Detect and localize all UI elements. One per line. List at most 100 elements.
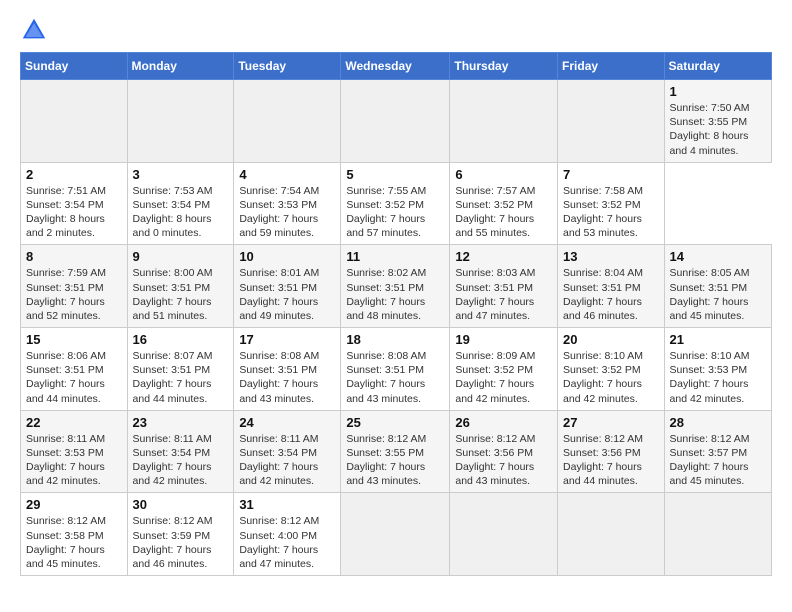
header-tuesday: Tuesday: [234, 53, 341, 80]
day-cell-27: 27Sunrise: 8:12 AMSunset: 3:56 PMDayligh…: [558, 410, 665, 493]
day-number: 8: [26, 249, 122, 264]
day-cell-16: 16 Sunrise: 8:07 AMSunset: 3:51 PMDayligh…: [127, 328, 234, 411]
day-number: 31: [239, 497, 335, 512]
day-number: 10: [239, 249, 335, 264]
day-info: Sunrise: 8:01 AMSunset: 3:51 PMDaylight:…: [239, 266, 335, 323]
calendar-week-6: 29Sunrise: 8:12 AMSunset: 3:58 PMDayligh…: [21, 493, 772, 576]
day-cell-2: 2Sunrise: 7:51 AMSunset: 3:54 PMDaylight…: [21, 162, 128, 245]
day-number: 7: [563, 167, 659, 182]
day-number: 15: [26, 332, 122, 347]
day-info: Sunrise: 8:02 AMSunset: 3:51 PMDaylight:…: [346, 266, 444, 323]
day-cell-28: 28 Sunrise: 8:12 AMSunset: 3:57 PMDayligh…: [664, 410, 771, 493]
logo: [20, 16, 52, 44]
day-info: Sunrise: 7:50 AMSunset: 3:55 PMDaylight:…: [670, 101, 766, 158]
empty-cell: [127, 80, 234, 163]
calendar-table: SundayMondayTuesdayWednesdayThursdayFrid…: [20, 52, 772, 576]
day-number: 18: [346, 332, 444, 347]
day-info: Sunrise: 7:57 AMSunset: 3:52 PMDaylight:…: [455, 184, 552, 241]
day-number: 28: [670, 415, 766, 430]
day-info: Sunrise: 8:11 AMSunset: 3:54 PMDaylight:…: [239, 432, 335, 489]
day-number: 16: [133, 332, 229, 347]
day-number: 5: [346, 167, 444, 182]
day-cell-4: 4 Sunrise: 7:54 AMSunset: 3:53 PMDaylight…: [234, 162, 341, 245]
day-number: 30: [133, 497, 229, 512]
day-number: 23: [133, 415, 229, 430]
day-info: Sunrise: 8:12 AMSunset: 3:55 PMDaylight:…: [346, 432, 444, 489]
day-cell-20: 20 Sunrise: 8:10 AMSunset: 3:52 PMDayligh…: [558, 328, 665, 411]
day-cell-17: 17Sunrise: 8:08 AMSunset: 3:51 PMDayligh…: [234, 328, 341, 411]
day-info: Sunrise: 8:12 AMSunset: 3:59 PMDaylight:…: [133, 514, 229, 571]
day-info: Sunrise: 7:59 AMSunset: 3:51 PMDaylight:…: [26, 266, 122, 323]
day-info: Sunrise: 7:58 AMSunset: 3:52 PMDaylight:…: [563, 184, 659, 241]
day-info: Sunrise: 8:07 AMSunset: 3:51 PMDaylight:…: [133, 349, 229, 406]
day-info: Sunrise: 8:11 AMSunset: 3:53 PMDaylight:…: [26, 432, 122, 489]
day-cell-5: 5 Sunrise: 7:55 AMSunset: 3:52 PMDaylight…: [341, 162, 450, 245]
day-number: 3: [133, 167, 229, 182]
day-info: Sunrise: 8:10 AMSunset: 3:53 PMDaylight:…: [670, 349, 766, 406]
day-info: Sunrise: 7:53 AMSunset: 3:54 PMDaylight:…: [133, 184, 229, 241]
day-number: 24: [239, 415, 335, 430]
day-cell-22: 22 Sunrise: 8:11 AMSunset: 3:53 PMDayligh…: [21, 410, 128, 493]
empty-cell: [558, 493, 665, 576]
day-number: 1: [670, 84, 766, 99]
calendar-header-row: SundayMondayTuesdayWednesdayThursdayFrid…: [21, 53, 772, 80]
day-number: 9: [133, 249, 229, 264]
day-number: 14: [670, 249, 766, 264]
day-number: 26: [455, 415, 552, 430]
day-cell-8: 8 Sunrise: 7:59 AMSunset: 3:51 PMDaylight…: [21, 245, 128, 328]
day-number: 12: [455, 249, 552, 264]
empty-cell: [21, 80, 128, 163]
day-cell-24: 24 Sunrise: 8:11 AMSunset: 3:54 PMDayligh…: [234, 410, 341, 493]
empty-cell: [341, 493, 450, 576]
day-info: Sunrise: 8:12 AMSunset: 3:57 PMDaylight:…: [670, 432, 766, 489]
day-cell-10: 10 Sunrise: 8:01 AMSunset: 3:51 PMDayligh…: [234, 245, 341, 328]
day-cell-3: 3 Sunrise: 7:53 AMSunset: 3:54 PMDaylight…: [127, 162, 234, 245]
day-info: Sunrise: 7:55 AMSunset: 3:52 PMDaylight:…: [346, 184, 444, 241]
day-number: 22: [26, 415, 122, 430]
day-info: Sunrise: 8:12 AMSunset: 4:00 PMDaylight:…: [239, 514, 335, 571]
day-info: Sunrise: 8:11 AMSunset: 3:54 PMDaylight:…: [133, 432, 229, 489]
empty-cell: [664, 493, 771, 576]
day-info: Sunrise: 8:12 AMSunset: 3:58 PMDaylight:…: [26, 514, 122, 571]
empty-cell: [234, 80, 341, 163]
header-sunday: Sunday: [21, 53, 128, 80]
day-number: 11: [346, 249, 444, 264]
empty-cell: [341, 80, 450, 163]
day-info: Sunrise: 8:08 AMSunset: 3:51 PMDaylight:…: [346, 349, 444, 406]
day-info: Sunrise: 8:05 AMSunset: 3:51 PMDaylight:…: [670, 266, 766, 323]
day-number: 21: [670, 332, 766, 347]
header-friday: Friday: [558, 53, 665, 80]
day-info: Sunrise: 8:12 AMSunset: 3:56 PMDaylight:…: [455, 432, 552, 489]
calendar-week-3: 8 Sunrise: 7:59 AMSunset: 3:51 PMDaylight…: [21, 245, 772, 328]
day-cell-6: 6 Sunrise: 7:57 AMSunset: 3:52 PMDaylight…: [450, 162, 558, 245]
day-number: 27: [563, 415, 659, 430]
day-cell-14: 14 Sunrise: 8:05 AMSunset: 3:51 PMDayligh…: [664, 245, 771, 328]
day-cell-15: 15 Sunrise: 8:06 AMSunset: 3:51 PMDayligh…: [21, 328, 128, 411]
logo-icon: [20, 16, 48, 44]
day-number: 6: [455, 167, 552, 182]
calendar-week-5: 22 Sunrise: 8:11 AMSunset: 3:53 PMDayligh…: [21, 410, 772, 493]
day-cell-12: 12 Sunrise: 8:03 AMSunset: 3:51 PMDayligh…: [450, 245, 558, 328]
day-info: Sunrise: 7:54 AMSunset: 3:53 PMDaylight:…: [239, 184, 335, 241]
day-info: Sunrise: 8:03 AMSunset: 3:51 PMDaylight:…: [455, 266, 552, 323]
day-cell-1: 1 Sunrise: 7:50 AMSunset: 3:55 PMDaylight…: [664, 80, 771, 163]
day-cell-21: 21 Sunrise: 8:10 AMSunset: 3:53 PMDayligh…: [664, 328, 771, 411]
day-number: 4: [239, 167, 335, 182]
day-cell-26: 26 Sunrise: 8:12 AMSunset: 3:56 PMDayligh…: [450, 410, 558, 493]
day-info: Sunrise: 8:10 AMSunset: 3:52 PMDaylight:…: [563, 349, 659, 406]
day-number: 13: [563, 249, 659, 264]
day-cell-19: 19 Sunrise: 8:09 AMSunset: 3:52 PMDayligh…: [450, 328, 558, 411]
day-cell-31: 31 Sunrise: 8:12 AMSunset: 4:00 PMDayligh…: [234, 493, 341, 576]
day-number: 20: [563, 332, 659, 347]
day-info: Sunrise: 7:51 AMSunset: 3:54 PMDaylight:…: [26, 184, 122, 241]
page-header: [20, 16, 772, 44]
day-info: Sunrise: 8:00 AMSunset: 3:51 PMDaylight:…: [133, 266, 229, 323]
day-info: Sunrise: 8:09 AMSunset: 3:52 PMDaylight:…: [455, 349, 552, 406]
day-cell-7: 7 Sunrise: 7:58 AMSunset: 3:52 PMDaylight…: [558, 162, 665, 245]
empty-cell: [558, 80, 665, 163]
day-cell-11: 11 Sunrise: 8:02 AMSunset: 3:51 PMDayligh…: [341, 245, 450, 328]
day-cell-18: 18 Sunrise: 8:08 AMSunset: 3:51 PMDayligh…: [341, 328, 450, 411]
day-info: Sunrise: 8:06 AMSunset: 3:51 PMDaylight:…: [26, 349, 122, 406]
header-monday: Monday: [127, 53, 234, 80]
day-number: 19: [455, 332, 552, 347]
